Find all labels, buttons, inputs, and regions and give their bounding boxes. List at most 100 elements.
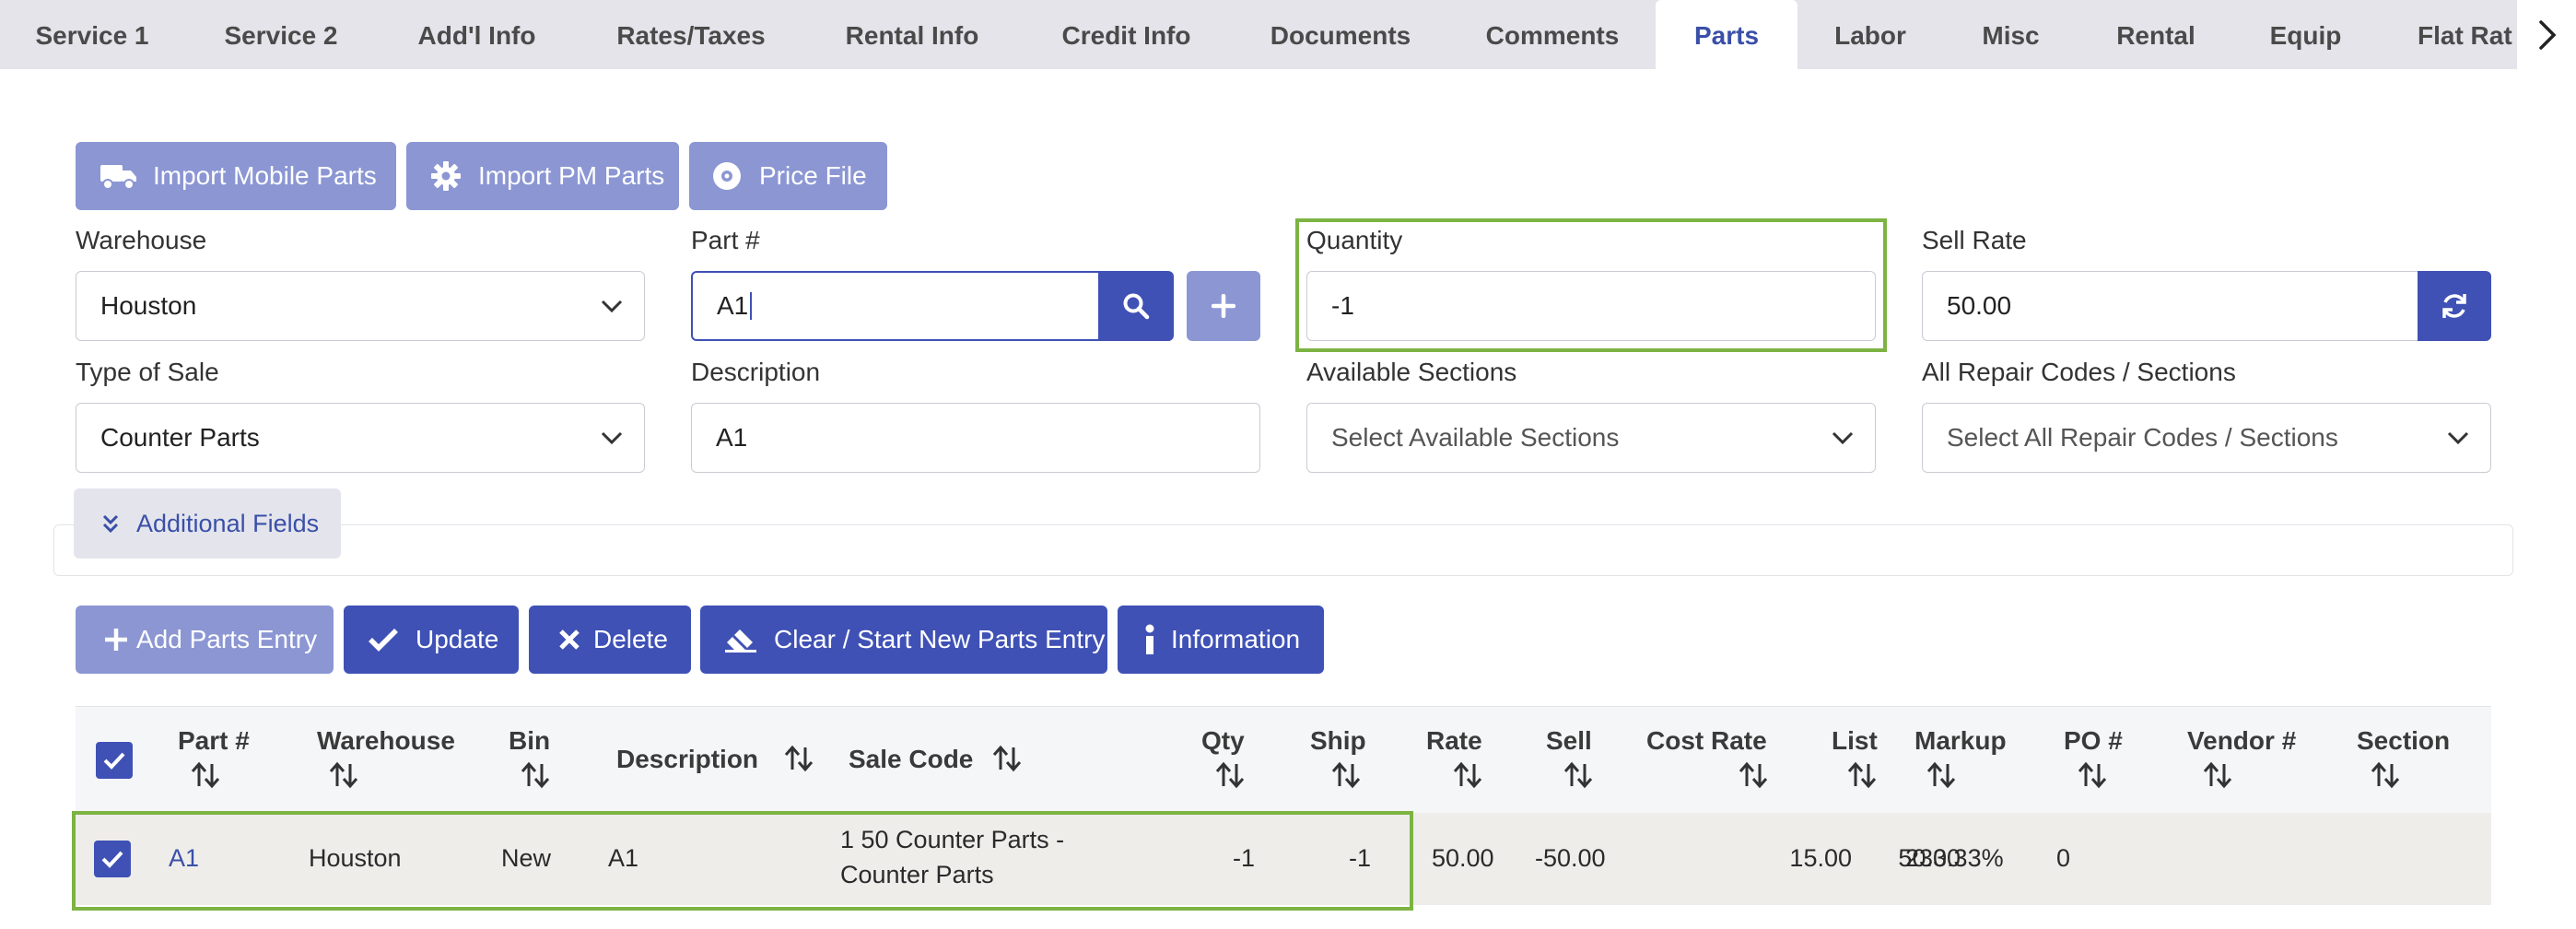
column-header-po[interactable]: PO # [2064, 726, 2123, 756]
tab-equip[interactable]: Equip [2239, 0, 2372, 69]
tab-rates-taxes[interactable]: Rates/Taxes [590, 0, 792, 69]
update-label: Update [416, 625, 499, 653]
warehouse-value: Houston [100, 291, 197, 320]
available-sections-select[interactable]: Select Available Sections [1306, 403, 1876, 473]
tab-scroll-right-button[interactable] [2517, 0, 2576, 69]
sort-icon[interactable] [190, 761, 221, 794]
warehouse-select[interactable]: Houston [76, 271, 645, 341]
text-cursor [750, 292, 753, 320]
column-header-sell[interactable]: Sell [1546, 726, 1592, 756]
column-header-ship[interactable]: Ship [1310, 726, 1366, 756]
sort-icon[interactable] [1214, 761, 1246, 794]
tab-parts[interactable]: Parts [1656, 0, 1797, 69]
information-button[interactable]: Information [1118, 606, 1324, 674]
repair-codes-placeholder: Select All Repair Codes / Sections [1947, 423, 2338, 452]
description-label: Description [691, 358, 821, 386]
tab-documents[interactable]: Documents [1244, 0, 1437, 69]
price-file-button[interactable]: Price File [689, 142, 887, 210]
column-header-cost-rate[interactable]: Cost Rate [1646, 726, 1767, 756]
column-header-sale-code[interactable]: Sale Code [849, 745, 973, 774]
sort-icon[interactable] [1926, 761, 1957, 794]
sell-rate-label: Sell Rate [1922, 226, 2027, 254]
sell-rate-value: 50.00 [1947, 291, 2012, 320]
row-highlight [72, 811, 1413, 911]
available-sections-placeholder: Select Available Sections [1331, 423, 1620, 452]
tab-rental[interactable]: Rental [2087, 0, 2225, 69]
column-header-list[interactable]: List [1832, 726, 1878, 756]
tab-comments[interactable]: Comments [1456, 0, 1649, 69]
import-pm-parts-button[interactable]: Import PM Parts [406, 142, 679, 210]
sort-icon[interactable] [520, 761, 551, 794]
chevron-down-icon [1832, 431, 1854, 445]
part-search-button[interactable] [1098, 271, 1174, 341]
tab-flat-rate[interactable]: Flat Rat [2395, 0, 2517, 69]
sort-icon[interactable] [1563, 761, 1594, 794]
clear-start-new-label: Clear / Start New Parts Entry [774, 625, 1106, 653]
quantity-input[interactable]: -1 [1306, 271, 1876, 341]
select-all-checkbox[interactable] [96, 742, 133, 779]
column-header-description[interactable]: Description [616, 745, 758, 774]
truck-icon [100, 162, 138, 190]
delete-button[interactable]: Delete [529, 606, 691, 674]
update-button[interactable]: Update [344, 606, 519, 674]
description-input[interactable]: A1 [691, 403, 1260, 473]
sort-icon[interactable] [991, 745, 1023, 777]
additional-fields-panel [53, 524, 2513, 576]
part-number-input[interactable]: A1 [691, 271, 1104, 341]
sort-icon[interactable] [2370, 761, 2401, 794]
column-header-part[interactable]: Part # [178, 726, 250, 756]
cell-markup: 233.33% [1905, 844, 2004, 872]
clear-start-new-button[interactable]: Clear / Start New Parts Entry [700, 606, 1107, 674]
tab-bar: Service 1 Service 2 Add'l Info Rates/Tax… [0, 0, 2576, 69]
chevron-down-icon [2447, 431, 2469, 445]
eraser-icon [724, 626, 757, 653]
search-icon [1123, 293, 1150, 320]
description-value: A1 [716, 423, 748, 452]
cell-sell: -50.00 [1535, 844, 1606, 872]
check-icon [103, 752, 125, 770]
tab-misc[interactable]: Misc [1944, 0, 2078, 69]
additional-fields-toggle[interactable]: Additional Fields [74, 488, 341, 559]
sort-icon[interactable] [1846, 761, 1878, 794]
double-chevron-down-icon [102, 514, 119, 534]
cell-po: 0 [2056, 844, 2071, 872]
sort-icon[interactable] [1330, 761, 1362, 794]
chevron-down-icon [601, 431, 623, 445]
column-header-bin[interactable]: Bin [509, 726, 550, 756]
column-header-warehouse[interactable]: Warehouse [317, 726, 455, 756]
column-header-rate[interactable]: Rate [1426, 726, 1482, 756]
type-of-sale-select[interactable]: Counter Parts [76, 403, 645, 473]
add-parts-entry-button[interactable]: Add Parts Entry [76, 606, 334, 674]
import-pm-parts-label: Import PM Parts [478, 161, 665, 190]
repair-codes-select[interactable]: Select All Repair Codes / Sections [1922, 403, 2491, 473]
column-header-section[interactable]: Section [2357, 726, 2450, 756]
sort-icon[interactable] [2202, 761, 2233, 794]
column-header-vendor[interactable]: Vendor # [2187, 726, 2296, 756]
tab-service-2[interactable]: Service 2 [189, 0, 373, 69]
sort-icon[interactable] [328, 761, 359, 794]
sell-rate-input[interactable]: 50.00 [1922, 271, 2419, 341]
part-number-label: Part # [691, 226, 760, 254]
delete-label: Delete [593, 625, 668, 653]
sort-icon[interactable] [1452, 761, 1483, 794]
chevron-right-icon [2539, 20, 2557, 50]
refresh-rate-button[interactable] [2418, 271, 2491, 341]
import-mobile-parts-button[interactable]: Import Mobile Parts [76, 142, 396, 210]
tab-credit-info[interactable]: Credit Info [1032, 0, 1221, 69]
plus-icon [1212, 294, 1235, 318]
sort-icon[interactable] [783, 745, 814, 777]
tab-labor[interactable]: Labor [1806, 0, 1935, 69]
type-of-sale-value: Counter Parts [100, 423, 260, 452]
sort-icon[interactable] [2077, 761, 2108, 794]
column-header-markup[interactable]: Markup [1914, 726, 2007, 756]
add-part-button[interactable] [1187, 271, 1260, 341]
gear-icon [430, 160, 462, 192]
tab-addl-info[interactable]: Add'l Info [387, 0, 567, 69]
tab-service-1[interactable]: Service 1 [0, 0, 184, 69]
close-icon [558, 629, 580, 651]
sort-icon[interactable] [1738, 761, 1769, 794]
add-parts-entry-label: Add Parts Entry [136, 625, 318, 653]
column-header-qty[interactable]: Qty [1201, 726, 1245, 756]
information-label: Information [1171, 625, 1301, 653]
tab-rental-info[interactable]: Rental Info [811, 0, 1013, 69]
